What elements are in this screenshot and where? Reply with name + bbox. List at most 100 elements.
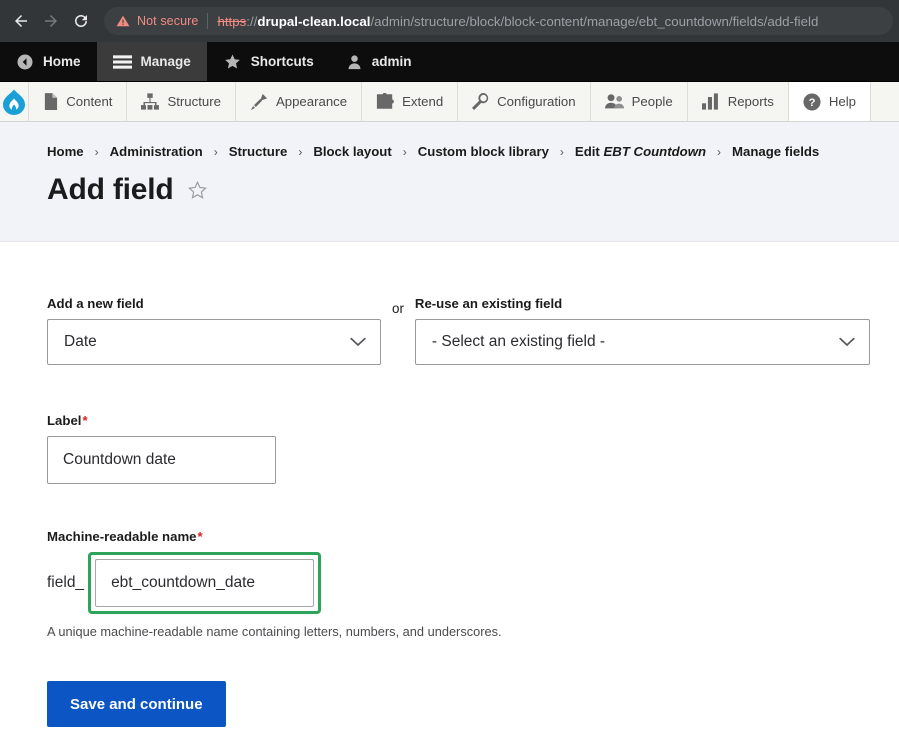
menu-item-people[interactable]: People — [591, 82, 688, 121]
menu-item-structure[interactable]: Structure — [127, 82, 236, 121]
menu-item-help-label: Help — [828, 94, 856, 109]
browser-forward-button[interactable] — [36, 6, 66, 36]
url-scheme: https — [217, 13, 247, 29]
browser-toolbar: Not secure https://drupal-clean.local/ad… — [0, 0, 899, 42]
menu-item-reports[interactable]: Reports — [688, 82, 789, 121]
chevron-down-icon — [350, 337, 366, 347]
label-input[interactable]: Countdown date — [47, 436, 276, 484]
toolbar-item-home[interactable]: Home — [0, 42, 97, 81]
browser-back-button[interactable] — [6, 6, 36, 36]
menu-item-extend[interactable]: Extend — [362, 82, 459, 121]
machine-name-description: A unique machine-readable name containin… — [47, 624, 502, 639]
toolbar-item-manage-label: Manage — [140, 54, 191, 69]
machine-name-label: Machine-readable name* — [47, 529, 899, 544]
breadcrumb-separator: › — [717, 144, 722, 159]
bar-chart-icon — [701, 93, 720, 110]
menu-item-appearance-label: Appearance — [275, 94, 348, 109]
toolbar-item-home-label: Home — [43, 54, 81, 69]
machine-name-prefix: field_ — [47, 573, 85, 591]
menu-item-people-label: People — [631, 94, 673, 109]
save-and-continue-button[interactable]: Save and continue — [47, 681, 226, 727]
toolbar-item-admin-label: admin — [371, 54, 412, 69]
user-icon — [346, 53, 363, 71]
toolbar-item-manage[interactable]: Manage — [96, 42, 207, 81]
url-path: /admin/structure/block/block-content/man… — [370, 13, 819, 29]
breadcrumb-item-administration[interactable]: Administration — [110, 144, 203, 159]
breadcrumb-item-home[interactable]: Home — [47, 144, 84, 159]
menu-item-configuration[interactable]: Configuration — [458, 82, 591, 121]
toolbar-item-admin-user[interactable]: admin — [330, 42, 428, 81]
breadcrumb-edit-prefix: Edit — [574, 144, 604, 159]
menu-item-help[interactable]: ? Help — [788, 82, 871, 121]
label-field-group: Label* Countdown date — [47, 413, 899, 484]
machine-name-input[interactable]: ebt_countdown_date — [95, 559, 315, 607]
drupal-menu-bar: Content Structure Appearance Extend Conf… — [0, 82, 899, 122]
menu-item-content[interactable]: Content — [29, 82, 128, 121]
home-back-icon — [16, 53, 34, 71]
label-field-label: Label* — [47, 413, 899, 428]
breadcrumb-item-custom-block-library[interactable]: Custom block library — [418, 144, 549, 159]
required-marker: * — [197, 529, 203, 544]
menu-item-extend-label: Extend — [402, 94, 444, 109]
omnibox-divider — [207, 13, 209, 29]
people-icon — [604, 93, 624, 110]
toolbar-item-shortcuts-label: Shortcuts — [250, 54, 314, 69]
breadcrumb-item-edit-block[interactable]: Edit EBT Countdown — [575, 144, 706, 159]
star-outline-icon[interactable] — [187, 180, 208, 201]
browser-reload-button[interactable] — [66, 6, 96, 36]
document-icon — [43, 93, 58, 110]
breadcrumb-item-structure[interactable]: Structure — [229, 144, 288, 159]
add-new-field-label: Add a new field — [47, 296, 144, 311]
page-header: Home › Administration › Structure › Bloc… — [0, 122, 899, 242]
browser-address-bar[interactable]: Not secure https://drupal-clean.local/ad… — [104, 7, 893, 35]
menu-bar-filler — [871, 82, 899, 121]
reuse-field-group: Re-use an existing field - Select an exi… — [414, 296, 870, 365]
new-field-type-select[interactable]: Date — [47, 319, 381, 365]
svg-text:?: ? — [808, 97, 815, 109]
breadcrumb-separator: › — [298, 144, 303, 159]
reuse-field-label: Re-use an existing field — [414, 296, 563, 311]
machine-name-label-text: Machine-readable name — [47, 529, 197, 544]
breadcrumb-separator: › — [402, 144, 407, 159]
breadcrumb-separator: › — [94, 144, 99, 159]
drupal-logo[interactable] — [0, 82, 30, 121]
add-field-form: Add a new field Date or Re-use an existi… — [0, 242, 899, 727]
menu-item-reports-label: Reports — [727, 94, 774, 109]
label-field-label-text: Label — [47, 413, 82, 428]
menu-item-configuration-label: Configuration — [497, 94, 576, 109]
wrench-icon — [472, 93, 489, 110]
page-title: Add field — [47, 173, 174, 206]
paintbrush-icon — [250, 93, 268, 111]
puzzle-icon — [376, 93, 395, 110]
drupal-admin-toolbar: Home Manage Shortcuts admin — [0, 42, 899, 82]
breadcrumb: Home › Administration › Structure › Bloc… — [47, 144, 899, 159]
breadcrumb-separator: › — [213, 144, 218, 159]
chevron-down-icon — [839, 337, 855, 347]
not-secure-label: Not secure — [137, 14, 199, 28]
star-icon — [223, 53, 242, 71]
question-circle-icon: ? — [803, 92, 821, 111]
not-secure-warning-icon — [116, 14, 130, 28]
existing-field-value: - Select an existing field - — [431, 333, 606, 350]
toolbar-item-shortcuts[interactable]: Shortcuts — [207, 42, 330, 81]
menu-item-appearance[interactable]: Appearance — [236, 82, 363, 121]
breadcrumb-edit-block-name: EBT Countdown — [603, 144, 707, 159]
structure-icon — [141, 93, 160, 110]
machine-name-input-value: ebt_countdown_date — [111, 574, 255, 591]
url-text: https://drupal-clean.local/admin/structu… — [217, 14, 818, 29]
breadcrumb-item-block-layout[interactable]: Block layout — [313, 144, 391, 159]
or-separator-label: or — [392, 301, 404, 316]
add-new-field-group: Add a new field Date — [47, 296, 381, 365]
machine-name-group: Machine-readable name* field_ ebt_countd… — [47, 529, 899, 639]
page-title-row: Add field — [47, 173, 899, 207]
menu-item-content-label: Content — [66, 94, 113, 109]
machine-name-highlight-ring: ebt_countdown_date — [88, 552, 322, 614]
url-host: drupal-clean.local — [257, 13, 371, 29]
new-field-type-value: Date — [64, 333, 97, 350]
breadcrumb-item-manage-fields[interactable]: Manage fields — [732, 144, 819, 159]
field-source-row: Add a new field Date or Re-use an existi… — [47, 296, 899, 365]
menu-item-structure-label: Structure — [167, 94, 221, 109]
hamburger-icon — [112, 54, 132, 70]
url-separator: :// — [246, 13, 258, 29]
existing-field-select[interactable]: - Select an existing field - — [414, 319, 870, 365]
